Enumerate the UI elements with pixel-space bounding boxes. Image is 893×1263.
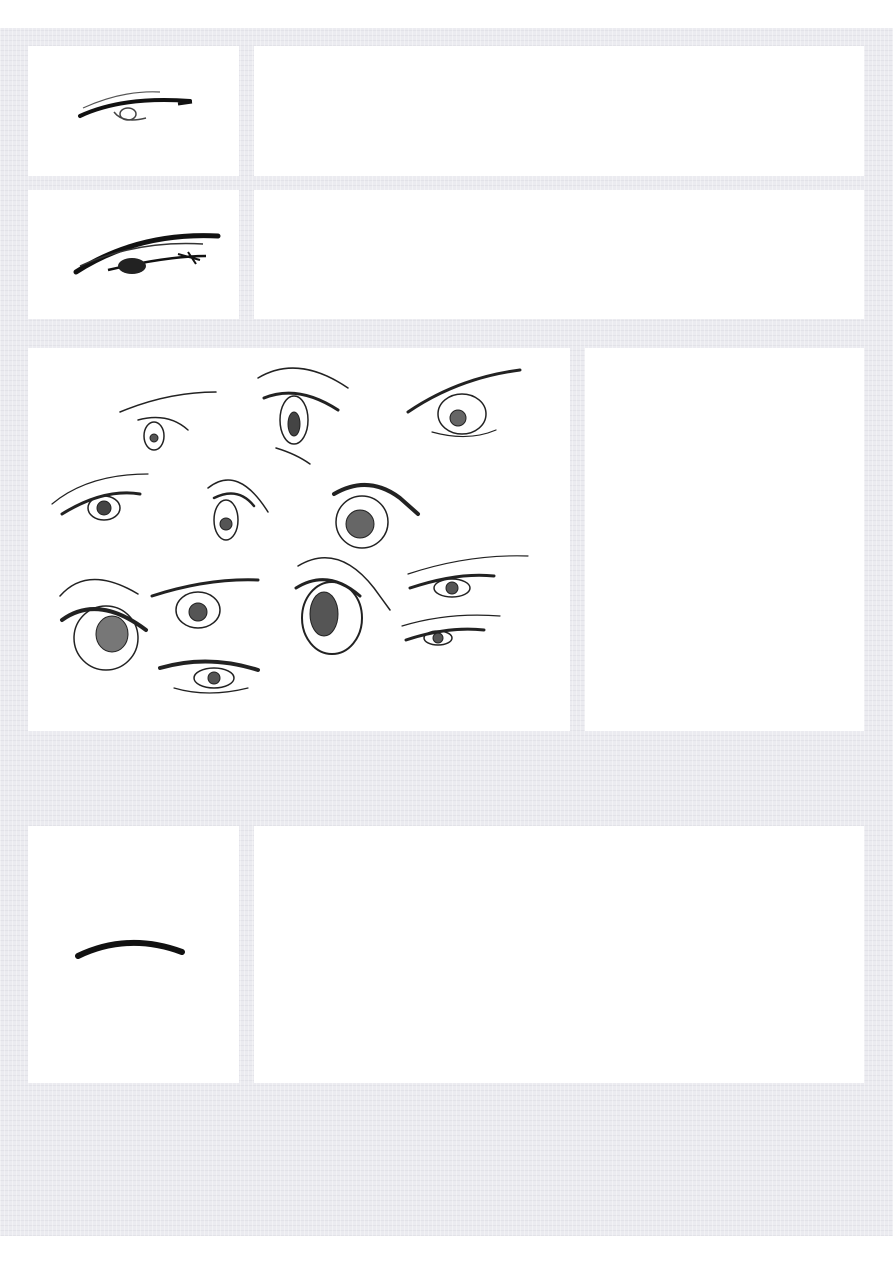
eye-sketch-collage-icon — [51, 367, 529, 694]
illustration-panel-eye-1 — [28, 46, 239, 176]
eye-sketch-icon — [73, 233, 221, 275]
eye-sketch-icon — [78, 91, 193, 121]
text-panel-2 — [254, 190, 864, 319]
text-panel-4 — [254, 826, 864, 1083]
illustration-panel-eye-2 — [28, 190, 239, 319]
text-panel-1 — [254, 46, 864, 176]
illustration-panel-eyebrow — [28, 826, 239, 1083]
text-panel-3 — [585, 348, 864, 731]
illustration-panel-eye-collage — [28, 348, 570, 731]
eyebrow-stroke-icon — [75, 939, 185, 959]
